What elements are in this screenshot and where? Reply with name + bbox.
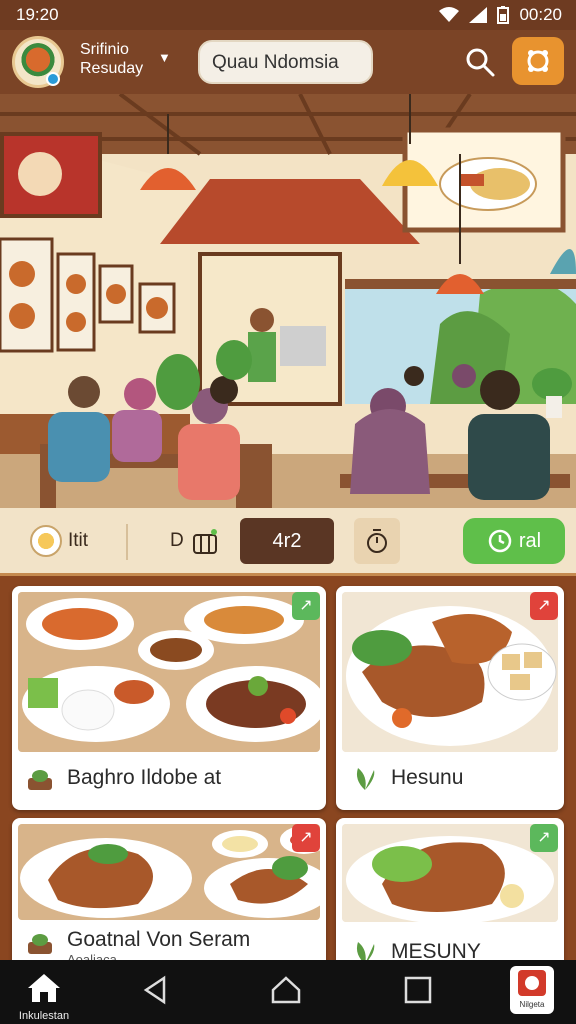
category-active-tab[interactable]: 4r2 xyxy=(240,518,334,564)
herb-icon xyxy=(356,942,375,960)
status-bar: 19:20 00:20 xyxy=(0,0,576,30)
app-shortcut-label: Nilgeta xyxy=(519,1000,545,1009)
app-shortcut[interactable]: Nilgeta xyxy=(510,966,554,1014)
app-logo-icon xyxy=(518,970,546,996)
home-icon xyxy=(28,974,60,1002)
status-time: 19:20 xyxy=(16,5,59,24)
status-clock: 00:20 xyxy=(519,5,562,24)
dish-grid: ↗ Baghro Ildobe at ↗ Hesunu ↗ Goatnal Vo… xyxy=(0,576,576,960)
brand-line-1: Srifinio xyxy=(80,41,129,58)
share-badge-icon[interactable]: ↗ xyxy=(292,592,320,620)
timer-icon xyxy=(367,529,387,553)
dish-card[interactable]: ↗ Goatnal Von Seram Aoaliaca xyxy=(12,818,326,960)
favorite-badge-icon[interactable]: ↗ xyxy=(530,592,558,620)
wifi-icon xyxy=(439,7,460,22)
brand-line-2: Resuday xyxy=(80,60,144,77)
dish-image xyxy=(342,592,558,752)
dish-title: Baghro Ildobe at xyxy=(67,766,222,789)
dish-image xyxy=(18,592,320,752)
dish-card[interactable]: ↗ Hesunu xyxy=(336,586,564,810)
category-item-1[interactable]: Itit xyxy=(30,518,88,564)
favorite-badge-icon[interactable]: ↗ xyxy=(292,824,320,852)
back-icon[interactable] xyxy=(140,974,172,1006)
dish-category-icon xyxy=(28,770,52,790)
dish-card[interactable]: ↗ Baghro Ildobe at xyxy=(12,586,326,810)
dish-category-icon xyxy=(28,934,52,954)
category-label-2: D xyxy=(170,530,184,551)
divider xyxy=(126,524,128,560)
dish-title: Hesunu xyxy=(391,766,464,789)
order-button-label: ral xyxy=(518,529,542,552)
dish-image xyxy=(18,824,320,920)
dish-image xyxy=(342,824,558,922)
filter-button[interactable] xyxy=(512,37,564,85)
restaurant-name[interactable]: Srifinio Resuday xyxy=(80,40,150,78)
app-header: Srifinio Resuday ▼ Quau Ndomsia xyxy=(0,30,576,94)
signal-icon xyxy=(469,7,488,23)
nav-home-label: Inkulestan xyxy=(18,1010,70,1022)
dish-card[interactable]: ↗ MESUNY xyxy=(336,818,564,960)
nav-home[interactable]: Inkulestan xyxy=(14,966,74,1022)
bowl-icon xyxy=(30,525,62,557)
clock-icon xyxy=(488,529,512,553)
recent-apps-icon[interactable] xyxy=(402,974,434,1006)
order-button[interactable]: ral xyxy=(463,518,565,564)
settings-icon xyxy=(527,50,549,72)
chevron-down-icon[interactable]: ▼ xyxy=(158,50,171,65)
dish-title: Goatnal Von Seram xyxy=(67,928,251,951)
verified-badge-icon xyxy=(46,72,60,86)
search-icon[interactable] xyxy=(462,44,498,80)
basket-icon xyxy=(192,529,217,554)
dish-title: MESUNY xyxy=(391,940,481,960)
navigation-bar: Inkulestan Nilgeta xyxy=(0,960,576,1024)
timer-button[interactable] xyxy=(354,518,400,564)
search-input[interactable]: Quau Ndomsia xyxy=(198,40,373,84)
restaurant-hero-illustration xyxy=(0,94,576,508)
share-badge-icon[interactable]: ↗ xyxy=(530,824,558,852)
herb-icon xyxy=(356,768,375,790)
category-item-2[interactable]: D xyxy=(170,518,220,564)
category-bar: Itit D 4r2 ral xyxy=(0,508,576,576)
home-circle-icon[interactable] xyxy=(270,974,302,1006)
battery-icon xyxy=(497,6,510,24)
dish-subtitle: Aoaliaca xyxy=(67,952,117,960)
category-label-1: Itit xyxy=(68,530,89,551)
category-active-label: 4r2 xyxy=(272,529,302,552)
